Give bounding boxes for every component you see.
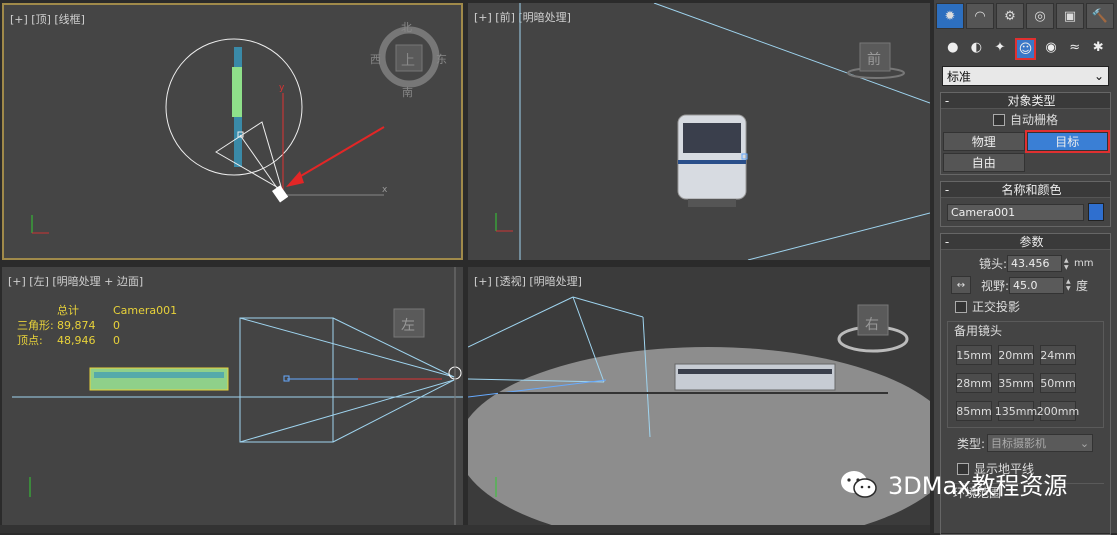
lights-icon[interactable]: ✦ xyxy=(991,38,1009,56)
ortho-row[interactable]: 正交投影 xyxy=(941,294,1110,315)
category-dropdown[interactable]: 标准 ⌄ xyxy=(942,66,1109,86)
type-row: 类型: 目标摄影机 ⌄ xyxy=(941,428,1110,452)
fov-direction-icon[interactable]: ↔ xyxy=(951,276,971,294)
wechat-icon xyxy=(841,470,877,498)
lens-spinner[interactable]: ▲ ▼ xyxy=(1064,257,1072,271)
chevron-down-icon: ⌄ xyxy=(1093,69,1104,83)
shapes-icon[interactable]: ◐ xyxy=(968,38,986,56)
space-warps-icon[interactable]: ≈ xyxy=(1066,38,1084,56)
lens-row: 镜头: 43.456 ▲ ▼ mm xyxy=(941,250,1110,272)
rollout-header[interactable]: - 对象类型 xyxy=(941,93,1110,109)
front-view-scene xyxy=(495,3,930,260)
viewcube-face[interactable]: 左 xyxy=(401,315,415,335)
object-name-field[interactable]: Camera001 xyxy=(947,203,1084,221)
create-tab-icon[interactable]: ✹ xyxy=(936,3,964,29)
rollout-header[interactable]: - 名称和颜色 xyxy=(941,182,1110,198)
fov-input[interactable]: 45.0 xyxy=(1009,276,1065,294)
viewport-front[interactable]: [+] [前] [明暗处理] 前 xyxy=(468,3,930,260)
watermark-text: 3DMax教程资源 xyxy=(888,472,1068,500)
auto-grid-checkbox[interactable] xyxy=(992,113,1005,126)
stock-lens-button[interactable]: 135mm xyxy=(995,401,1037,421)
viewcube-face[interactable]: 前 xyxy=(867,49,881,69)
name-color-rollout: - 名称和颜色 Camera001 xyxy=(940,181,1111,227)
lens-unit: mm xyxy=(1074,258,1094,269)
time-slider[interactable] xyxy=(0,525,930,533)
type-dropdown-value: 目标摄影机 xyxy=(991,437,1047,450)
target-camera-button[interactable]: 目标 xyxy=(1024,130,1110,153)
fov-spinner[interactable]: ▲ ▼ xyxy=(1066,278,1074,292)
auto-grid-row[interactable]: 自动栅格 xyxy=(941,109,1110,130)
systems-icon[interactable]: ✱ xyxy=(1089,38,1107,56)
create-category-bar: ● ◐ ✦ ☺ ◉ ≈ ✱ xyxy=(934,32,1117,64)
compass-south: 南 xyxy=(402,86,413,99)
axis-y-label: y xyxy=(279,83,285,93)
stock-lenses-title: 备用镜头 xyxy=(954,324,1003,338)
object-type-rollout: - 对象类型 自动栅格 物理 目标 自由 xyxy=(940,92,1111,175)
motion-tab-icon[interactable]: ◎ xyxy=(1026,3,1054,29)
auto-grid-label: 自动栅格 xyxy=(1009,113,1058,127)
display-tab-icon[interactable]: ▣ xyxy=(1056,3,1084,29)
stock-lenses-group: 备用镜头 15mm 20mm 24mm 28mm 35mm 50mm 85mm … xyxy=(947,321,1104,428)
fov-row: ↔ 视野: 45.0 ▲ ▼ 度 xyxy=(941,272,1110,294)
type-dropdown[interactable]: 目标摄影机 ⌄ xyxy=(987,434,1094,452)
lens-input[interactable]: 43.456 xyxy=(1007,255,1063,272)
fov-unit: 度 xyxy=(1076,278,1089,293)
stock-lens-button[interactable]: 15mm xyxy=(956,345,992,365)
rollout-title: 名称和颜色 xyxy=(1001,183,1062,197)
object-type-buttons: 物理 目标 自由 xyxy=(941,130,1110,174)
stock-lens-button[interactable]: 85mm xyxy=(956,401,992,421)
cameras-icon[interactable]: ☺ xyxy=(1014,38,1037,60)
compass-north: 北 xyxy=(401,21,412,34)
stock-lens-button[interactable]: 28mm xyxy=(956,373,992,393)
top-view-scene xyxy=(31,26,440,234)
stock-lens-button[interactable]: 35mm xyxy=(998,373,1034,393)
stock-lens-button[interactable]: 50mm xyxy=(1040,373,1076,393)
viewport-left[interactable]: [+] [左] [明暗处理 + 边面] 总计 Camera001 三角形: 89,8… xyxy=(2,267,463,525)
stock-lens-button[interactable]: 200mm xyxy=(1037,401,1079,421)
rollout-title: 对象类型 xyxy=(1007,94,1056,108)
axis-x-label: x xyxy=(382,185,388,195)
compass-west: 西 xyxy=(370,53,381,66)
rollout-title: 参数 xyxy=(1019,235,1044,249)
type-label: 类型: xyxy=(957,436,986,451)
object-color-swatch[interactable] xyxy=(1088,203,1104,221)
lens-label: 镜头: xyxy=(979,257,1008,271)
utilities-tab-icon[interactable]: 🔨 xyxy=(1086,3,1114,29)
fov-label: 视野: xyxy=(981,278,1010,293)
command-panel: ✹ ◠ ⚙ ◎ ▣ 🔨 ● ◐ ✦ ☺ ◉ ≈ ✱ 标准 ⌄ - 对象类型 自动栅… xyxy=(934,0,1117,535)
chevron-down-icon: ⌄ xyxy=(1079,436,1090,450)
command-panel-tabs: ✹ ◠ ⚙ ◎ ▣ 🔨 xyxy=(934,0,1117,32)
hierarchy-tab-icon[interactable]: ⚙ xyxy=(996,3,1024,29)
viewcube-face[interactable]: 右 xyxy=(865,314,879,334)
modify-tab-icon[interactable]: ◠ xyxy=(966,3,994,29)
helpers-icon[interactable]: ◉ xyxy=(1042,38,1060,56)
physical-camera-button[interactable]: 物理 xyxy=(943,132,1025,151)
ortho-label: 正交投影 xyxy=(972,300,1021,314)
viewport-top[interactable]: [+] [顶] [线框] 北 西 东 南 上 y x xyxy=(2,3,463,260)
free-camera-button[interactable]: 自由 xyxy=(943,153,1025,172)
viewcube-face[interactable]: 上 xyxy=(401,50,415,70)
watermark: 3DMax教程资源 xyxy=(838,466,1067,501)
stock-lens-button[interactable]: 20mm xyxy=(998,345,1034,365)
rollout-header[interactable]: - 参数 xyxy=(941,234,1110,250)
compass-east: 东 xyxy=(436,53,447,66)
stock-lens-button[interactable]: 24mm xyxy=(1040,345,1076,365)
geometry-icon[interactable]: ● xyxy=(944,38,962,56)
category-dropdown-value: 标准 xyxy=(947,69,972,84)
left-view-scene xyxy=(12,267,463,525)
ortho-checkbox[interactable] xyxy=(955,300,967,313)
